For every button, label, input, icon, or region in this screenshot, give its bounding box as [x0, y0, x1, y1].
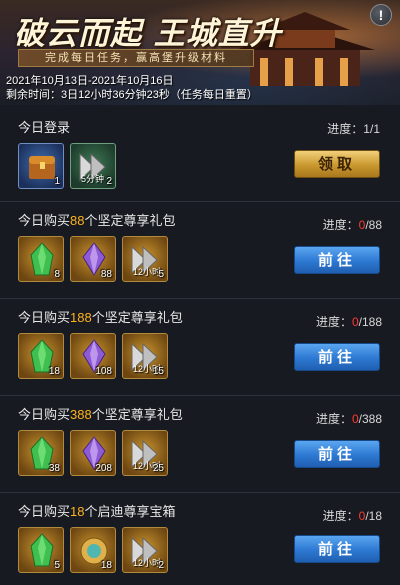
reward-item[interactable]: 88 [70, 236, 116, 282]
reward-item[interactable]: 12小时 25 [122, 430, 168, 476]
reward-quantity: 18 [48, 366, 60, 377]
reward-quantity: 5 [54, 560, 60, 571]
task-title: 今日购买188个坚定尊享礼包 [18, 310, 183, 325]
reward-quantity: 108 [95, 366, 112, 377]
go-button[interactable]: 前往 [294, 343, 380, 371]
go-button[interactable]: 前往 [294, 246, 380, 274]
reward-item[interactable]: 18 [18, 333, 64, 379]
reward-item[interactable]: 18 [70, 527, 116, 573]
reward-quantity: 1 [54, 176, 60, 187]
task-purchase-388: 今日购买388个坚定尊享礼包 进度：0/388 38 208 12小时 25 前… [0, 395, 400, 492]
task-progress: 进度：0/18 [322, 509, 382, 523]
task-purchase-chest: 今日购买18个启迪尊享宝箱 进度：0/18 5 18 12小时 2 前往 [0, 492, 400, 585]
task-purchase-88: 今日购买88个坚定尊享礼包 进度：0/88 8 88 12小时 5 前往 [0, 201, 400, 298]
reward-item[interactable]: 38 [18, 430, 64, 476]
reward-quantity: 2 [106, 176, 112, 187]
reward-quantity: 5 [158, 269, 164, 280]
task-progress: 进度：0/188 [315, 315, 382, 329]
reward-item[interactable]: 208 [70, 430, 116, 476]
banner-title: 破云而起 王城直升 [14, 16, 282, 52]
reward-list: 1 5分钟 2 [18, 143, 116, 189]
reward-item[interactable]: 1 [18, 143, 64, 189]
reward-tag: 12小时 [133, 267, 162, 277]
reward-item[interactable]: 8 [18, 236, 64, 282]
event-remaining-time: 剩余时间：3日12小时36分钟23秒（任务每日重置） [6, 89, 258, 101]
reward-quantity: 8 [54, 269, 60, 280]
task-progress: 进度：0/88 [322, 218, 382, 232]
reward-quantity: 25 [152, 463, 164, 474]
go-button[interactable]: 前往 [294, 535, 380, 563]
reward-quantity: 2 [158, 560, 164, 571]
reward-quantity: 15 [152, 366, 164, 377]
reward-quantity: 18 [100, 560, 112, 571]
go-button[interactable]: 前往 [294, 440, 380, 468]
task-title: 今日购买88个坚定尊享礼包 [18, 213, 176, 228]
task-title: 今日购买18个启迪尊享宝箱 [18, 504, 176, 519]
reward-list: 5 18 12小时 2 [18, 527, 168, 573]
reward-item[interactable]: 12小时 5 [122, 236, 168, 282]
task-title: 今日登录 [18, 120, 71, 135]
event-banner: 破云而起 王城直升 完成每日任务，赢高堡升级材料 2021年10月13日-202… [0, 0, 400, 105]
reward-item[interactable]: 5 [18, 527, 64, 573]
reward-list: 18 108 12小时 15 [18, 333, 168, 379]
task-title: 今日购买388个坚定尊享礼包 [18, 407, 183, 422]
reward-quantity: 88 [100, 269, 112, 280]
reward-item[interactable]: 108 [70, 333, 116, 379]
reward-quantity: 38 [48, 463, 60, 474]
task-progress: 进度：0/388 [315, 412, 382, 426]
reward-item[interactable]: 12小时 2 [122, 527, 168, 573]
task-login: 今日登录 进度：1/1 1 5分钟 2 领取 [0, 105, 400, 201]
claim-button[interactable]: 领取 [294, 150, 380, 178]
banner-subtitle: 完成每日任务，赢高堡升级材料 [18, 49, 254, 67]
reward-list: 8 88 12小时 5 [18, 236, 168, 282]
reward-item[interactable]: 12小时 15 [122, 333, 168, 379]
reward-item[interactable]: 5分钟 2 [70, 143, 116, 189]
reward-tag: 12小时 [133, 558, 162, 568]
help-button[interactable]: ! [370, 4, 392, 26]
reward-quantity: 208 [95, 463, 112, 474]
task-purchase-188: 今日购买188个坚定尊享礼包 进度：0/188 18 108 12小时 15 前… [0, 298, 400, 395]
task-progress: 进度：1/1 [327, 122, 380, 136]
reward-list: 38 208 12小时 25 [18, 430, 168, 476]
reward-tag: 5分钟 [81, 174, 105, 184]
